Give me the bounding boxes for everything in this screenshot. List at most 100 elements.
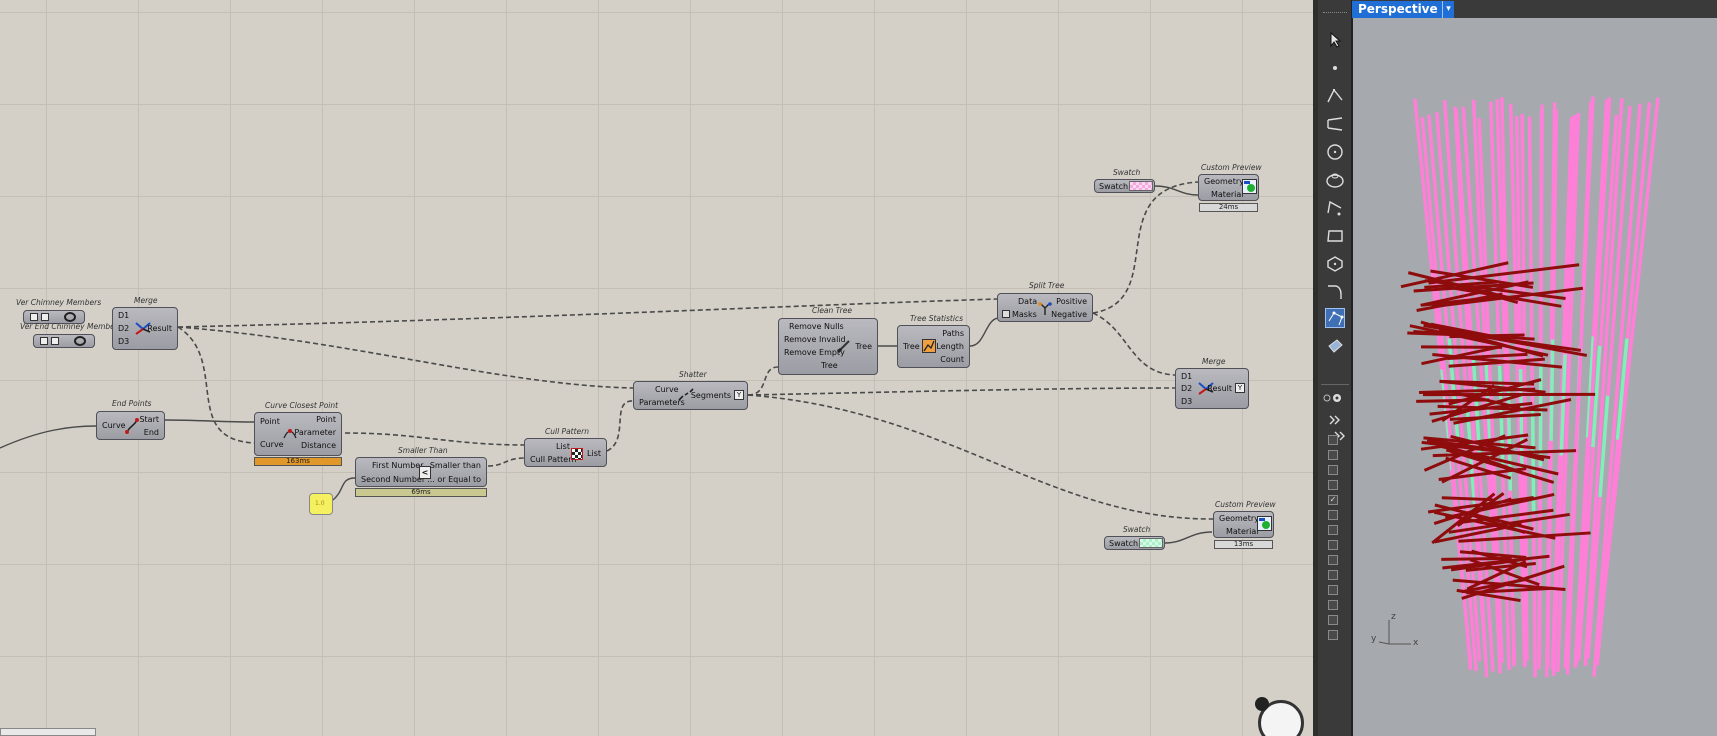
viewport-dropdown-icon[interactable]: ▾ [1442, 1, 1454, 18]
smaller-first-number[interactable]: First Number [372, 461, 424, 470]
cull-list-output[interactable]: List [587, 449, 601, 458]
shatter-segments-output[interactable]: Segments [691, 391, 731, 400]
perspective-viewport[interactable]: z y x [1352, 18, 1717, 736]
merge-a-result[interactable]: Result [147, 324, 172, 333]
layer-toggle[interactable] [1328, 540, 1338, 550]
split-negative-output[interactable]: Negative [1051, 310, 1087, 319]
layer-toggle[interactable] [1328, 630, 1338, 640]
smaller-than-title: Smaller Than [398, 446, 448, 455]
ver-chimney-members-title: Ver Chimney Members [16, 298, 102, 307]
clean-tree-output[interactable]: Tree [855, 342, 872, 351]
layer-toggle-checked[interactable]: ✓ [1328, 495, 1338, 505]
tree-stats-length[interactable]: Length [936, 342, 964, 351]
split-masks-input[interactable]: Masks [1012, 310, 1037, 319]
curve-icon[interactable] [1325, 114, 1345, 134]
ccp-curve-input[interactable]: Curve [260, 440, 284, 449]
custom-preview-top-node[interactable]: Geometry Material [1198, 174, 1259, 201]
layer-toggle[interactable] [1328, 525, 1338, 535]
control-points-icon[interactable] [1325, 308, 1345, 328]
swatch-bottom-color[interactable] [1139, 538, 1163, 548]
smaller-than-timing: 69ms [355, 488, 487, 497]
ccp-parameter-output[interactable]: Parameter [294, 428, 336, 437]
end-points-title: End Points [112, 399, 152, 408]
layer-toggle[interactable] [1328, 585, 1338, 595]
clean-tree-input[interactable]: Tree [821, 361, 838, 370]
ccp-title: Curve Closest Point [265, 401, 339, 410]
curve-closest-point-node[interactable]: Point Curve Point Parameter Distance [254, 412, 342, 456]
merge-a-d3[interactable]: D3 [118, 337, 129, 346]
swatch-bottom-node[interactable]: Swatch [1104, 536, 1165, 550]
rectangle-icon[interactable] [1325, 226, 1345, 246]
gear-icon[interactable] [1322, 388, 1342, 408]
ver-end-chimney-members-node[interactable] [33, 334, 95, 348]
merge-b-result[interactable]: Result [1207, 384, 1232, 393]
cull-pattern-node[interactable]: List Cull Pattern List [524, 438, 607, 467]
layer-toggle[interactable] [1328, 450, 1338, 460]
swatch-top-node[interactable]: Swatch [1094, 179, 1155, 193]
ccp-distance-output[interactable]: Distance [301, 441, 336, 450]
swatch-top-color[interactable] [1129, 181, 1153, 191]
merge-b-d2[interactable]: D2 [1181, 384, 1192, 393]
wire-merge-a-ccp [177, 326, 256, 444]
layer-toggle[interactable] [1328, 570, 1338, 580]
tree-stats-count[interactable]: Count [940, 355, 964, 364]
fillet-icon[interactable] [1325, 282, 1345, 302]
curve-param-icon [64, 312, 76, 322]
cull-pattern-icon [571, 448, 583, 460]
layer-toggle[interactable] [1328, 480, 1338, 490]
select-arrow-icon[interactable] [1325, 30, 1345, 50]
merge-a-d1[interactable]: D1 [118, 311, 129, 320]
split-positive-output[interactable]: Positive [1056, 297, 1087, 306]
polygon-icon[interactable] [1325, 254, 1345, 274]
end-points-end[interactable]: End [144, 428, 159, 437]
smaller-than-output[interactable]: Smaller than [430, 461, 481, 470]
layer-toggle[interactable] [1328, 555, 1338, 565]
smaller-second-number[interactable]: Second Number [361, 475, 425, 484]
merge-a-d2[interactable]: D2 [118, 324, 129, 333]
sphere-icon[interactable] [1325, 170, 1345, 190]
split-tree-node[interactable]: Data Masks Positive Negative [997, 293, 1093, 322]
merge-b-d3[interactable]: D3 [1181, 397, 1192, 406]
shatter-node[interactable]: Curve Parameters Segments Y [633, 381, 748, 410]
tree-stats-paths[interactable]: Paths [942, 329, 964, 338]
tree-statistics-node[interactable]: Tree Paths Length Count [897, 325, 970, 368]
viewport-name-tab[interactable]: Perspective [1352, 1, 1442, 18]
shatter-curve-input[interactable]: Curve [655, 385, 679, 394]
cp-bottom-geometry[interactable]: Geometry [1219, 514, 1259, 523]
number-slider[interactable]: 1.0 [309, 493, 333, 515]
end-points-start[interactable]: Start [139, 415, 159, 424]
polyline-icon[interactable] [1325, 86, 1345, 106]
smaller-than-node[interactable]: First Number Second Number < Smaller tha… [355, 457, 487, 487]
split-data-input[interactable]: Data [1018, 297, 1037, 306]
render-teapot-icon[interactable] [1325, 336, 1345, 356]
custom-preview-bottom-node[interactable]: Geometry Material [1213, 511, 1274, 538]
layer-toggle[interactable] [1328, 465, 1338, 475]
cull-list-input[interactable]: List [556, 442, 570, 451]
toolbar-grip[interactable] [1323, 5, 1347, 13]
end-points-curve-input[interactable]: Curve [102, 421, 126, 430]
layer-toggle[interactable] [1328, 600, 1338, 610]
clean-remove-nulls[interactable]: Remove Nulls [789, 322, 844, 331]
layer-toggle[interactable] [1328, 510, 1338, 520]
layer-toggle[interactable] [1328, 435, 1338, 445]
cp-top-material[interactable]: Material [1211, 190, 1244, 199]
end-points-node[interactable]: Curve Start End [96, 411, 165, 440]
merge-b-node[interactable]: D1 D2 D3 Result Y [1175, 368, 1249, 409]
merge-a-title: Merge [134, 296, 158, 305]
cp-bottom-material[interactable]: Material [1226, 527, 1259, 536]
layer-toggle[interactable] [1328, 615, 1338, 625]
point-icon[interactable] [1325, 58, 1345, 78]
ccp-point-input[interactable]: Point [260, 417, 280, 426]
arc-icon[interactable] [1325, 198, 1345, 218]
circle-icon[interactable] [1325, 142, 1345, 162]
cull-pattern-input[interactable]: Cull Pattern [530, 455, 576, 464]
ccp-point-output[interactable]: Point [316, 415, 336, 424]
merge-b-d1[interactable]: D1 [1181, 372, 1192, 381]
cp-top-geometry[interactable]: Geometry [1204, 177, 1244, 186]
grasshopper-canvas[interactable]: Ver Chimney Members Ver End Chimney Memb… [0, 0, 1313, 736]
clean-remove-empty[interactable]: Remove Empty [784, 348, 845, 357]
clean-tree-node[interactable]: Remove Nulls Remove Invalid Remove Empty… [778, 318, 878, 375]
merge-a-node[interactable]: D1 D2 D3 Result [112, 307, 178, 350]
smaller-or-equal-output[interactable]: ... or Equal to [427, 475, 481, 484]
tree-stats-input[interactable]: Tree [903, 342, 920, 351]
